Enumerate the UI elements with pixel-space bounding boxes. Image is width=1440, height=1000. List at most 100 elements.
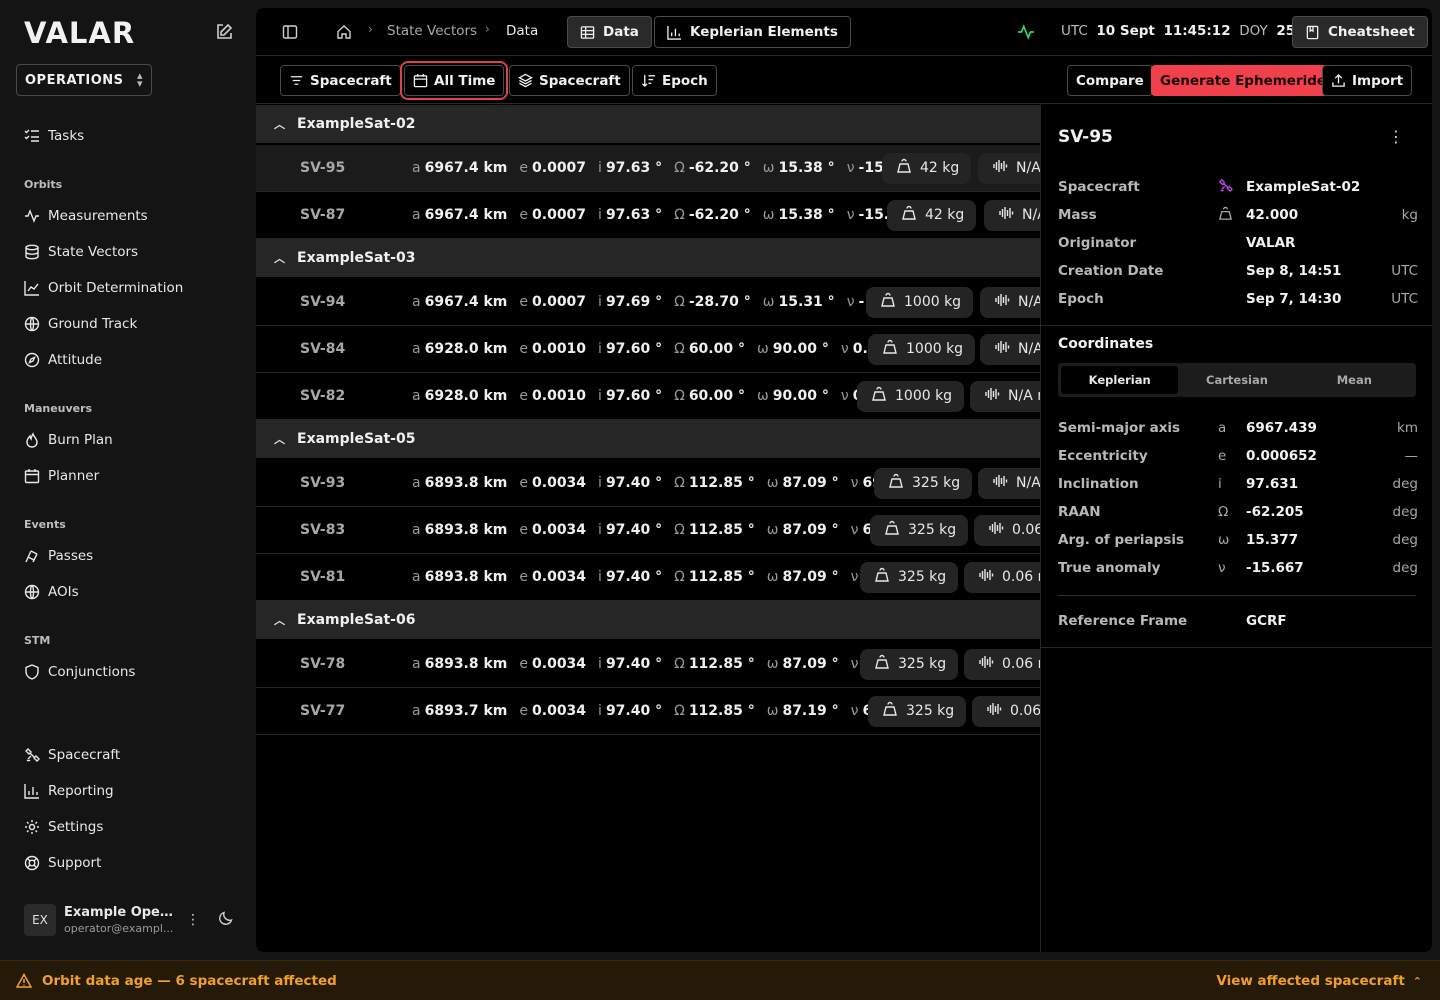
filter-spacecraft-button[interactable]: Spacecraft (280, 65, 401, 96)
semi-major-axis: a 6928.0 km (412, 388, 508, 404)
compare-button[interactable]: Compare (1067, 65, 1153, 96)
drag-chip: 0.06 n (964, 648, 1040, 680)
user-profile[interactable]: EX Example Oper... operator@exampl... ⋮ (24, 900, 244, 940)
drag-chip: 0.06 (972, 695, 1040, 727)
inclination: i 97.60 ° (598, 341, 663, 357)
eccentricity: e 0.0034 (519, 569, 587, 585)
sidebar-item-support[interactable]: Support (24, 851, 101, 875)
state-vector-id: SV-77 (300, 703, 346, 719)
sidebar-item-state-vectors[interactable]: State Vectors (24, 240, 138, 264)
table-row[interactable]: SV-93 a 6893.8 km e 0.0034 i 97.40 ° Ω 112.85 ° ω… (256, 460, 1040, 507)
table-row[interactable]: SV-94 a 6967.4 km e 0.0007 i 97.69 ° Ω -28.70 ° ω… (256, 279, 1040, 326)
pulse-icon (1016, 22, 1036, 42)
group-by-spacecraft-button[interactable]: Spacecraft (509, 65, 630, 96)
table-row[interactable]: SV-83 a 6893.8 km e 0.0034 i 97.40 ° Ω 112.85 ° ω… (256, 507, 1040, 554)
sidebar-item-orbit-determination[interactable]: Orbit Determination (24, 276, 183, 300)
semi-major-axis: a 6893.8 km (412, 656, 508, 672)
tab-data[interactable]: Data (567, 16, 652, 48)
table-row[interactable]: SV-81 a 6893.8 km e 0.0034 i 97.40 ° Ω 112.85 ° ω… (256, 554, 1040, 601)
weight-icon (901, 205, 917, 225)
calendar-icon (413, 73, 428, 88)
alert-bar: Orbit data age — 6 spacecraft affected V… (0, 960, 1440, 1000)
state-vector-id: SV-95 (300, 160, 346, 176)
generate-ephemerides-button[interactable]: Generate Ephemerides (1151, 65, 1344, 96)
table-row[interactable]: SV-95 a 6967.4 km e 0.0007 i 97.63 ° Ω -62.20 ° ω… (256, 145, 1040, 192)
detail-panel: SV-95 ⋮ Spacecraft ExampleSat-02 Mass 42… (1040, 105, 1432, 952)
more-vertical-icon[interactable]: ⋮ (186, 912, 200, 928)
table-row[interactable]: SV-78 a 6893.8 km e 0.0034 i 97.40 ° Ω 112.85 ° ω… (256, 641, 1040, 688)
sidebar-item-settings[interactable]: Settings (24, 815, 103, 839)
sidebar-item-measurements[interactable]: Measurements (24, 204, 148, 228)
compose-icon[interactable] (214, 22, 234, 42)
waveform-icon (992, 473, 1008, 493)
breadcrumb-state-vectors[interactable]: State Vectors (387, 23, 477, 39)
table-row[interactable]: SV-77 a 6893.7 km e 0.0034 i 97.40 ° Ω 112.85 ° ω… (256, 688, 1040, 735)
section-title-stm: STM (24, 634, 51, 647)
arg-of-periapsis: ω 87.19 ° (766, 703, 839, 719)
sidebar-item-spacecraft[interactable]: Spacecraft (24, 743, 120, 767)
keplerian-element-row: True anomaly ν -15.667 deg (1058, 560, 1418, 576)
weight-icon (896, 158, 912, 178)
bar-chart-icon (667, 25, 682, 40)
sidebar-item-passes[interactable]: Passes (24, 544, 93, 568)
mass-chip: 1000 kg (857, 380, 965, 412)
inclination: i 97.40 ° (598, 569, 663, 585)
waveform-icon (986, 701, 1002, 721)
sidebar-item-ground-track[interactable]: Ground Track (24, 312, 137, 336)
state-vector-id: SV-82 (300, 388, 346, 404)
semi-major-axis: a 6967.4 km (412, 207, 508, 223)
group-header[interactable]: ︿ ExampleSat-06 (256, 601, 1040, 639)
lifebuoy-icon (24, 855, 40, 871)
satellite-icon (1218, 178, 1246, 197)
sidebar-item-conjunctions[interactable]: Conjunctions (24, 660, 135, 684)
semi-major-axis: a 6893.8 km (412, 569, 508, 585)
divider (1041, 647, 1432, 648)
sort-epoch-button[interactable]: Epoch (632, 65, 717, 96)
more-vertical-icon[interactable]: ⋮ (1388, 127, 1404, 146)
eccentricity: e 0.0007 (519, 160, 587, 176)
tab-keplerian-elements[interactable]: Keplerian Elements (654, 16, 851, 48)
group-header[interactable]: ︿ ExampleSat-03 (256, 239, 1040, 277)
chevron-right-icon: › (485, 22, 490, 36)
tab-keplerian[interactable]: Keplerian (1061, 366, 1179, 394)
workspace-select[interactable]: OPERATIONS ▴ ▾ (16, 64, 152, 96)
table-row[interactable]: SV-87 a 6967.4 km e 0.0007 i 97.63 ° Ω -62.20 ° ω… (256, 192, 1040, 239)
eccentricity: e 0.0007 (519, 207, 587, 223)
database-icon (25, 244, 39, 260)
group-header[interactable]: ︿ ExampleSat-02 (256, 105, 1040, 143)
home-icon[interactable] (334, 22, 354, 42)
tab-mean[interactable]: Mean (1296, 366, 1413, 394)
antenna-icon (25, 550, 38, 563)
chevron-up-icon: ⌃ (1412, 974, 1422, 988)
weight-icon (882, 701, 898, 721)
sidebar-item-burn-plan[interactable]: Burn Plan (24, 428, 113, 452)
avatar: EX (24, 904, 56, 936)
state-vector-id: SV-83 (300, 522, 346, 538)
time-range-button[interactable]: All Time (399, 61, 509, 100)
weight-icon (888, 473, 904, 493)
view-affected-link[interactable]: View affected spacecraft ⌃ (1216, 973, 1422, 989)
inclination: i 97.63 ° (598, 207, 663, 223)
weight-icon (874, 567, 890, 587)
table-icon (580, 25, 595, 39)
group-header[interactable]: ︿ ExampleSat-05 (256, 420, 1040, 458)
sidebar-item-planner[interactable]: Planner (24, 464, 99, 488)
tab-cartesian[interactable]: Cartesian (1178, 366, 1295, 394)
sidebar-item-attitude[interactable]: Attitude (24, 348, 102, 372)
cheatsheet-button[interactable]: Cheatsheet (1292, 16, 1428, 48)
sidebar-item-aois[interactable]: AOIs (24, 580, 79, 604)
import-button[interactable]: Import (1322, 65, 1413, 96)
weight-icon (880, 292, 896, 312)
alert-text: Orbit data age — 6 spacecraft affected (42, 972, 337, 989)
table-row[interactable]: SV-82 a 6928.0 km e 0.0010 i 97.60 ° Ω 60.00 ° ω 9… (256, 373, 1040, 420)
sidebar-item-tasks[interactable]: Tasks (24, 124, 84, 148)
moon-icon[interactable] (218, 910, 234, 930)
drag-chip: N/A (978, 467, 1040, 499)
sidebar-item-reporting[interactable]: Reporting (24, 779, 114, 803)
globe-icon (24, 316, 40, 332)
eccentricity: e 0.0034 (519, 475, 587, 491)
semi-major-axis: a 6928.0 km (412, 341, 508, 357)
table-row[interactable]: SV-84 a 6928.0 km e 0.0010 i 97.60 ° Ω 60.00 ° ω 9… (256, 326, 1040, 373)
sidebar-toggle-icon[interactable] (280, 22, 300, 42)
semi-major-axis: a 6893.8 km (412, 522, 508, 538)
